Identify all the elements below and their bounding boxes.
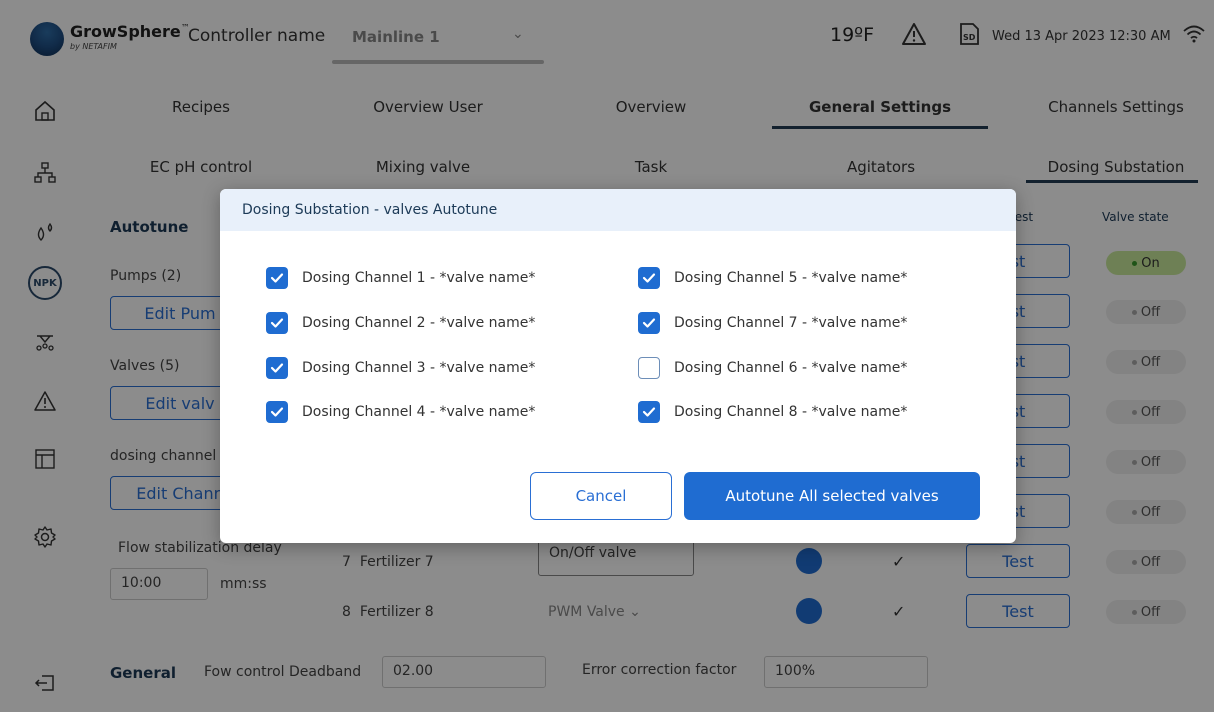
channel-option[interactable]: Dosing Channel 3 - *valve name* (266, 357, 535, 379)
channel-option-label: Dosing Channel 7 - *valve name* (674, 315, 908, 331)
cancel-button[interactable]: Cancel (530, 472, 672, 520)
channel-option[interactable]: Dosing Channel 8 - *valve name* (638, 401, 907, 423)
channel-option-label: Dosing Channel 2 - *valve name* (302, 315, 536, 331)
checkbox-unchecked[interactable] (638, 357, 660, 379)
dialog-header: Dosing Substation - valves Autotune (220, 189, 1016, 231)
channel-option[interactable]: Dosing Channel 1 - *valve name* (266, 267, 535, 289)
checkbox-checked[interactable] (266, 267, 288, 289)
channel-option[interactable]: Dosing Channel 6 - *valve name* (638, 357, 907, 379)
channel-option-label: Dosing Channel 8 - *valve name* (674, 404, 908, 420)
checkbox-checked[interactable] (638, 312, 660, 334)
dialog-title: Dosing Substation - valves Autotune (242, 202, 498, 218)
channel-option[interactable]: Dosing Channel 4 - *valve name* (266, 401, 535, 423)
channel-option[interactable]: Dosing Channel 7 - *valve name* (638, 312, 907, 334)
checkbox-checked[interactable] (266, 401, 288, 423)
channel-option-label: Dosing Channel 5 - *valve name* (674, 270, 908, 286)
channel-option-label: Dosing Channel 4 - *valve name* (302, 404, 536, 420)
app-screen: GrowSphere™ by NETAFIM Controller name M… (0, 0, 1214, 712)
channel-option[interactable]: Dosing Channel 2 - *valve name* (266, 312, 535, 334)
checkbox-checked[interactable] (638, 401, 660, 423)
checkbox-checked[interactable] (266, 357, 288, 379)
checkbox-checked[interactable] (266, 312, 288, 334)
channel-option-label: Dosing Channel 1 - *valve name* (302, 270, 536, 286)
channel-option-label: Dosing Channel 3 - *valve name* (302, 360, 536, 376)
autotune-dialog: Dosing Substation - valves Autotune Dosi… (220, 189, 1016, 543)
checkbox-checked[interactable] (638, 267, 660, 289)
autotune-selected-button[interactable]: Autotune All selected valves (684, 472, 980, 520)
channel-option[interactable]: Dosing Channel 5 - *valve name* (638, 267, 907, 289)
channel-option-label: Dosing Channel 6 - *valve name* (674, 360, 908, 376)
